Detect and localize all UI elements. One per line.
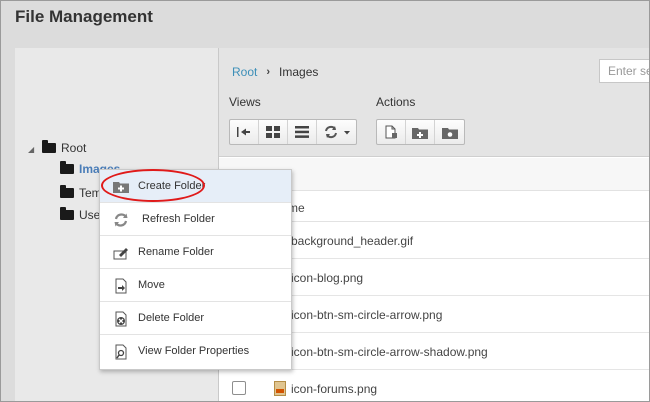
create-folder-icon <box>113 179 129 195</box>
tree-node-label: Use <box>79 208 101 222</box>
tree-node-root[interactable]: Root <box>42 140 87 155</box>
tree-node-users[interactable]: Use <box>60 207 101 222</box>
move-icon <box>113 278 129 294</box>
refresh-icon <box>113 212 129 228</box>
file-management-window: File Management ◢ Root Images Tem Use Ro… <box>0 0 650 402</box>
menu-item-label: Refresh Folder <box>142 213 215 225</box>
actions-label: Actions <box>376 95 416 109</box>
menu-item-rename-folder[interactable]: Rename Folder <box>100 236 291 269</box>
folder-icon <box>60 185 74 198</box>
folder-icon <box>42 140 56 153</box>
file-name: icon-forums.png <box>291 382 378 396</box>
menu-item-label: View Folder Properties <box>138 345 250 357</box>
file-row[interactable]: icon-forums.png <box>219 370 649 401</box>
breadcrumb-current: Images <box>279 65 319 79</box>
folder-icon <box>60 161 74 174</box>
breadcrumb: Root › Images <box>232 65 318 79</box>
search-input[interactable] <box>599 59 649 83</box>
menu-item-label: Rename Folder <box>138 246 214 258</box>
menu-item-delete-folder[interactable]: Delete Folder <box>100 302 291 335</box>
grid-view-icon <box>266 126 280 138</box>
actions-button-group <box>376 119 465 145</box>
folder-context-menu: Create Folder Refresh Folder Rename Fold… <box>99 169 292 370</box>
image-file-icon <box>274 381 286 396</box>
breadcrumb-root-link[interactable]: Root <box>232 65 257 79</box>
views-button-group <box>229 119 357 145</box>
folder-properties-button[interactable] <box>435 120 464 144</box>
file-name: icon-blog.png <box>291 271 364 285</box>
file-name: icon-btn-sm-circle-arrow-shadow.png <box>291 345 488 359</box>
rename-icon <box>113 245 129 261</box>
delete-icon <box>113 311 129 327</box>
new-folder-icon <box>412 127 428 139</box>
file-name: background_header.gif <box>291 234 414 248</box>
refresh-dropdown-button[interactable] <box>317 120 356 144</box>
folder-icon <box>60 207 74 220</box>
tree-node-label: Root <box>61 141 87 155</box>
menu-item-create-folder[interactable]: Create Folder <box>100 170 291 203</box>
tree-collapse-toggle-icon[interactable]: ◢ <box>28 145 34 154</box>
collapse-panel-button[interactable] <box>230 120 259 144</box>
menu-item-label: Move <box>138 279 165 291</box>
list-view-button[interactable] <box>288 120 317 144</box>
menu-item-label: Delete Folder <box>138 312 205 324</box>
refresh-dropdown-icon <box>324 125 350 139</box>
folder-properties-icon <box>441 127 458 139</box>
menu-item-view-folder-properties[interactable]: View Folder Properties <box>100 335 291 368</box>
new-folder-button[interactable] <box>406 120 435 144</box>
menu-item-move[interactable]: Move <box>100 269 291 302</box>
menu-item-label: Create Folder <box>138 180 206 192</box>
menu-item-refresh-folder[interactable]: Refresh Folder <box>100 203 291 236</box>
page-title: File Management <box>15 7 153 26</box>
breadcrumb-separator-icon: › <box>266 66 271 78</box>
file-select-checkbox[interactable] <box>232 381 246 395</box>
collapse-panel-icon <box>237 127 250 137</box>
views-label: Views <box>229 95 261 109</box>
upload-file-icon <box>385 125 397 139</box>
tree-node-templates[interactable]: Tem <box>60 185 102 200</box>
properties-icon <box>113 344 129 360</box>
toolbar-area: Root › Images Views Actions <box>219 48 649 157</box>
list-view-icon <box>295 126 309 138</box>
file-name: icon-btn-sm-circle-arrow.png <box>291 308 443 322</box>
upload-file-button[interactable] <box>377 120 406 144</box>
grid-view-button[interactable] <box>259 120 288 144</box>
